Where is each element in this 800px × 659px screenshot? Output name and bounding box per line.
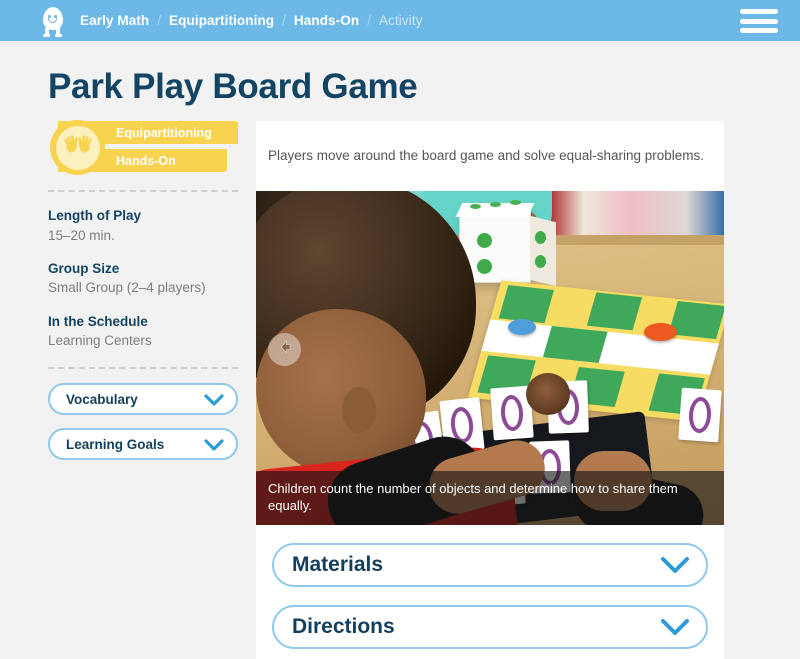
chevron-down-icon[interactable] — [204, 393, 224, 407]
sidebar: Equipartitioning Hands-On Length of Play… — [0, 120, 238, 473]
photo-die-side-face — [530, 215, 556, 287]
breadcrumb-separator: / — [367, 13, 371, 28]
hamburger-bar — [740, 28, 778, 33]
photo-die-pip — [477, 258, 492, 274]
hamburger-menu-icon[interactable] — [740, 9, 778, 33]
arrow-left-icon — [276, 338, 294, 361]
mascot-foot-right — [55, 33, 62, 37]
meta-label: Length of Play — [48, 208, 142, 223]
breadcrumb-item-hands-on[interactable]: Hands-On — [294, 13, 359, 28]
page-body: Park Play Board Game Equipartitioning Ha… — [0, 41, 800, 659]
accordion-directions[interactable]: Directions — [272, 604, 708, 649]
breadcrumb-item-early-math[interactable]: Early Math — [80, 13, 149, 28]
meta-value: Learning Centers — [48, 333, 152, 349]
meta-label: In the Schedule — [48, 313, 148, 329]
photo-board-square — [586, 292, 643, 331]
accordion-label: Learning Goals — [66, 436, 165, 452]
top-navigation-bar: Early Math / Equipartitioning / Hands-On… — [0, 0, 800, 41]
breadcrumb-separator: / — [157, 13, 162, 28]
chevron-down-icon[interactable] — [660, 556, 690, 574]
photo-die-pip — [510, 199, 521, 205]
breadcrumb: Early Math / Equipartitioning / Hands-On… — [80, 13, 423, 28]
meta-value: Small Group (2–4 players) — [48, 280, 206, 296]
meta-length-of-play: Length of Play 15–20 min. — [48, 206, 238, 246]
meta-value: 15–20 min. — [48, 227, 115, 243]
meta-label: Group Size — [48, 260, 120, 276]
sidebar-divider-top — [48, 190, 238, 192]
activity-media-carousel: Children count the number of objects and… — [256, 190, 724, 525]
photo-die-pip — [535, 230, 546, 244]
previous-slide-button[interactable] — [268, 332, 301, 366]
mascot-logo[interactable] — [40, 6, 66, 37]
photo-board-square — [542, 325, 608, 363]
accordion-label: Vocabulary — [66, 391, 138, 407]
breadcrumb-item-activity: Activity — [378, 13, 423, 28]
photo-die-pip — [535, 254, 546, 268]
breadcrumb-item-equipartitioning[interactable]: Equipartitioning — [169, 13, 274, 28]
photo-blue-game-token — [508, 318, 536, 335]
meta-group-size: Group Size Small Group (2–4 players) — [48, 259, 238, 299]
activity-intro-text: Players move around the board game and s… — [268, 147, 705, 163]
sidebar-divider-bottom — [48, 367, 238, 370]
photo-board-square — [498, 285, 555, 324]
accordion-label: Materials — [292, 552, 384, 576]
hands-icon — [50, 120, 105, 175]
mascot-foot-left — [43, 33, 50, 37]
hands-icon-disc — [55, 125, 100, 170]
accordion-label: Directions — [292, 614, 395, 638]
hamburger-bar — [740, 18, 778, 24]
photo-die-pip — [477, 232, 492, 248]
main-accordion-list: Materials Directions — [256, 525, 724, 649]
accordion-vocabulary[interactable]: Vocabulary — [48, 383, 238, 416]
photo-board-avatar — [526, 372, 570, 415]
meta-in-the-schedule: In the Schedule Learning Centers — [48, 312, 238, 352]
photo-child-ear — [342, 386, 376, 433]
content-area: Equipartitioning Hands-On Length of Play… — [0, 120, 800, 659]
chevron-down-icon[interactable] — [660, 618, 690, 636]
hamburger-bar — [740, 9, 778, 14]
photo-die-pip — [490, 201, 501, 207]
accordion-materials[interactable]: Materials — [272, 542, 708, 587]
page-title: Park Play Board Game — [48, 67, 418, 106]
photo-orange-game-token — [644, 322, 677, 341]
main-panel: Players move around the board game and s… — [256, 121, 724, 659]
activity-type-badge: Equipartitioning Hands-On — [50, 120, 238, 175]
media-caption: Children count the number of objects and… — [256, 470, 724, 525]
accordion-learning-goals[interactable]: Learning Goals — [48, 428, 238, 461]
chevron-down-icon[interactable] — [204, 438, 224, 452]
photo-die-pip — [470, 203, 481, 209]
photo-number-card — [678, 387, 722, 443]
breadcrumb-separator: / — [282, 13, 286, 28]
